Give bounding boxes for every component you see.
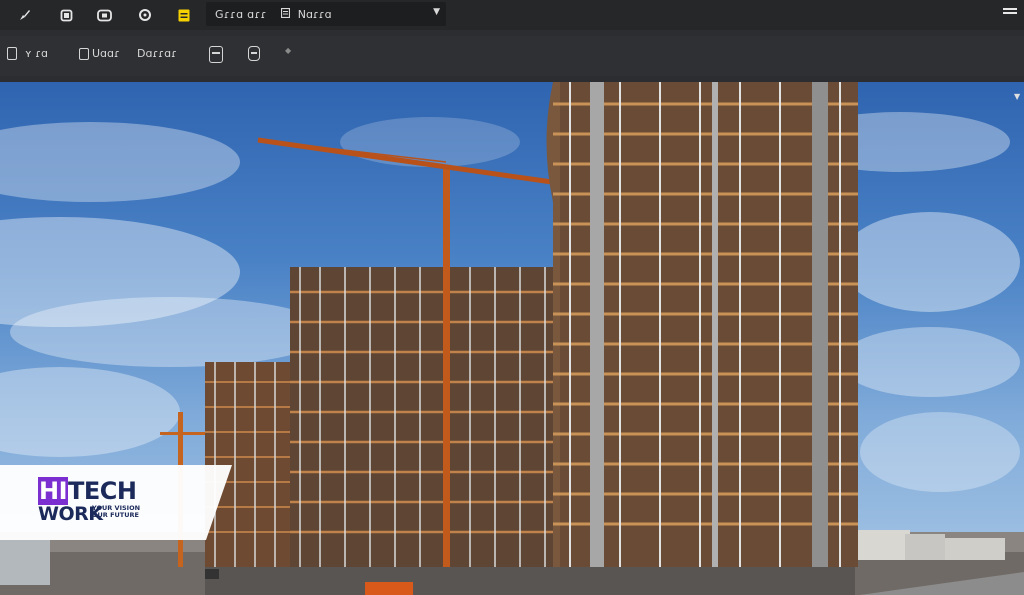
- scene-select[interactable]: Gɾɾɑ ɑɾɾ Nɑɾɾɑ ▼: [206, 2, 446, 26]
- more-options-icon[interactable]: ◆: [285, 46, 291, 55]
- top-toolbar: Gɾɾɑ ɑɾɾ Nɑɾɾɑ ▼: [0, 0, 1024, 30]
- note-icon[interactable]: [176, 7, 192, 23]
- chevron-down-icon[interactable]: ▼: [433, 7, 440, 17]
- logo-tech: TECH: [68, 477, 137, 505]
- logo-wordmark: HITECH: [38, 477, 137, 505]
- scene-select-value: Nɑɾɾɑ: [297, 7, 332, 21]
- box-tool-icon[interactable]: [96, 7, 112, 23]
- toolbar-item-three[interactable]: Dɑɾɾɑɾ: [137, 47, 177, 60]
- scroll-up-icon[interactable]: ▼: [1014, 92, 1020, 101]
- logo-tagline: YOUR VISION OUR FUTURE: [92, 505, 140, 519]
- logo-tagline-line2: OUR FUTURE: [92, 511, 139, 519]
- panel-toggle-icon[interactable]: [209, 46, 223, 63]
- layers-toggle-icon[interactable]: [248, 46, 260, 61]
- toolbar-item-two[interactable]: Uɑɑɾ: [79, 47, 120, 60]
- scene-select-label: Gɾɾɑ ɑɾɾ: [215, 7, 267, 21]
- logo-hi: HI: [38, 477, 69, 505]
- document-icon: [280, 7, 290, 21]
- toolbar-item-three-label: Dɑɾɾɑɾ: [137, 47, 177, 60]
- brush-tool-icon[interactable]: [17, 7, 33, 23]
- cycle-icon[interactable]: [137, 7, 153, 23]
- watermark-logo: HITECH WORK YOUR VISION OUR FUTURE: [0, 465, 232, 540]
- page-icon: [7, 47, 17, 60]
- toolbar-item-one[interactable]: ʏ ɾɑ: [7, 47, 48, 60]
- hamburger-menu-icon[interactable]: [1003, 8, 1017, 19]
- square-tool-icon[interactable]: [58, 7, 74, 23]
- toolbar-item-two-label: Uɑɑɾ: [92, 47, 120, 60]
- toolbar-item-one-label: ʏ ɾɑ: [25, 47, 49, 60]
- secondary-toolbar: ʏ ɾɑ Uɑɑɾ Dɑɾɾɑɾ ◆: [0, 36, 1024, 76]
- frame-icon: [79, 47, 89, 60]
